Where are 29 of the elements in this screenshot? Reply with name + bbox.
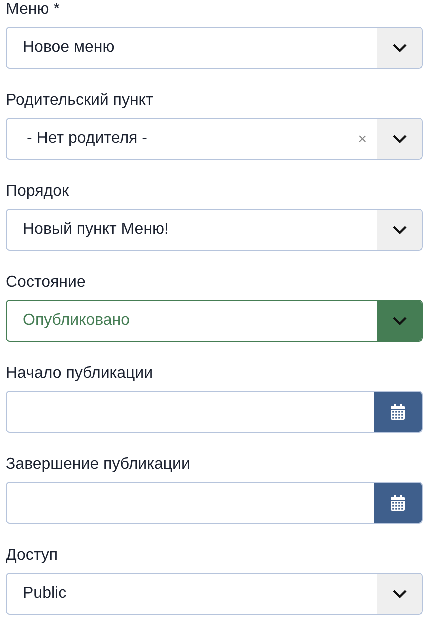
field-label: Родительский пункт	[6, 91, 154, 111]
calendar-icon	[391, 495, 405, 511]
select-field[interactable]: - Нет родителя - ×	[6, 118, 423, 160]
dropdown-button[interactable]	[377, 119, 422, 159]
select-field[interactable]: Опубликовано	[6, 300, 423, 342]
chevron-down-icon	[392, 316, 408, 326]
field-label: Состояние	[6, 273, 86, 293]
date-field[interactable]	[6, 391, 423, 433]
dropdown-button[interactable]	[377, 301, 422, 341]
calendar-button[interactable]	[374, 392, 422, 432]
select-field[interactable]: Новое меню	[6, 27, 423, 69]
select-field[interactable]: Новый пункт Меню!	[6, 209, 423, 251]
field-label: Начало публикации	[6, 364, 154, 384]
calendar-button[interactable]	[374, 483, 422, 523]
chevron-down-icon	[392, 134, 408, 144]
select-field[interactable]: Public	[6, 573, 423, 615]
dropdown-button[interactable]	[377, 574, 422, 614]
field-label: Меню *	[6, 0, 60, 20]
chevron-down-icon	[392, 43, 408, 53]
field-label: Порядок	[6, 182, 70, 202]
date-field[interactable]	[6, 482, 423, 524]
calendar-icon	[391, 404, 405, 420]
chevron-down-icon	[392, 589, 408, 599]
chevron-down-icon	[392, 225, 408, 235]
clear-button[interactable]: ×	[348, 119, 377, 159]
dropdown-button[interactable]	[377, 210, 422, 250]
dropdown-button[interactable]	[377, 28, 422, 68]
field-label: Завершение публикации	[6, 455, 190, 475]
field-label: Доступ	[6, 546, 58, 566]
